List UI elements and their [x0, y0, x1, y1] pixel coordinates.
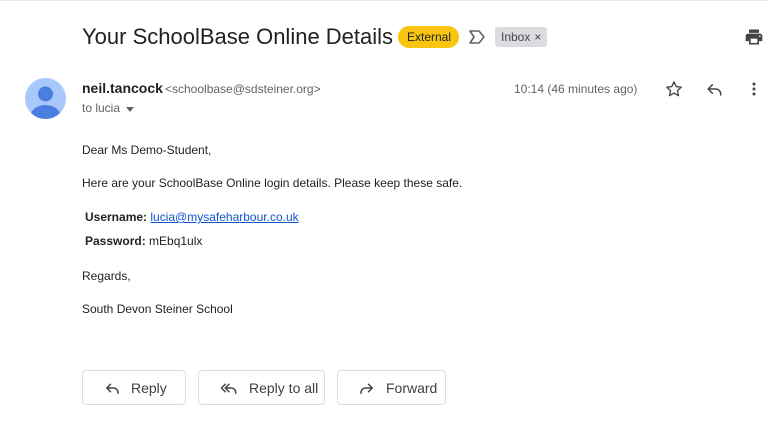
username-label: Username:	[85, 210, 148, 224]
top-divider	[0, 0, 769, 1]
password-value: mEbq1ulx	[149, 234, 203, 248]
username-link[interactable]: lucia@mysafeharbour.co.uk	[150, 210, 298, 224]
reply-icon[interactable]	[704, 79, 724, 99]
reply-button[interactable]: Reply	[82, 370, 186, 405]
recipient-line: to lucia	[82, 101, 121, 115]
email-subject: Your SchoolBase Online Details	[82, 24, 394, 49]
more-vert-icon[interactable]	[744, 79, 764, 99]
inbox-label[interactable]: Inbox ×	[495, 27, 548, 47]
forward-button[interactable]: Forward	[337, 370, 446, 405]
reply-icon	[106, 383, 119, 394]
reply-all-icon	[220, 383, 237, 394]
print-icon[interactable]	[744, 27, 764, 47]
chevron-down-icon	[126, 106, 135, 112]
signature: South Devon Steiner School	[82, 302, 233, 316]
remove-label-icon[interactable]: ×	[534, 27, 541, 47]
important-marker-icon[interactable]	[468, 29, 486, 45]
reply-all-button[interactable]: Reply to all	[198, 370, 325, 405]
intro-text: Here are your SchoolBase Online login de…	[82, 176, 463, 190]
sender-avatar[interactable]	[25, 78, 66, 119]
password-label: Password:	[85, 234, 146, 248]
external-badge: External	[398, 26, 459, 48]
username-row: Username: lucia@mysafeharbour.co.uk	[85, 210, 299, 224]
person-avatar-icon	[30, 86, 61, 119]
password-row: Password: mEbq1ulx	[85, 234, 202, 248]
forward-button-label: Forward	[386, 379, 438, 396]
star-icon[interactable]	[664, 79, 684, 99]
recipient-details-toggle[interactable]: to lucia	[82, 101, 135, 115]
signoff: Regards,	[82, 269, 131, 283]
sender-name[interactable]: neil.tancock	[82, 80, 163, 96]
timestamp: 10:14 (46 minutes ago)	[514, 82, 638, 96]
reply-all-button-label: Reply to all	[249, 379, 319, 396]
greeting: Dear Ms Demo-Student,	[82, 143, 212, 157]
sender-email: <schoolbase@sdsteiner.org>	[165, 82, 321, 96]
reply-button-label: Reply	[131, 379, 167, 396]
inbox-label-text: Inbox	[501, 30, 531, 44]
forward-icon	[360, 383, 373, 394]
